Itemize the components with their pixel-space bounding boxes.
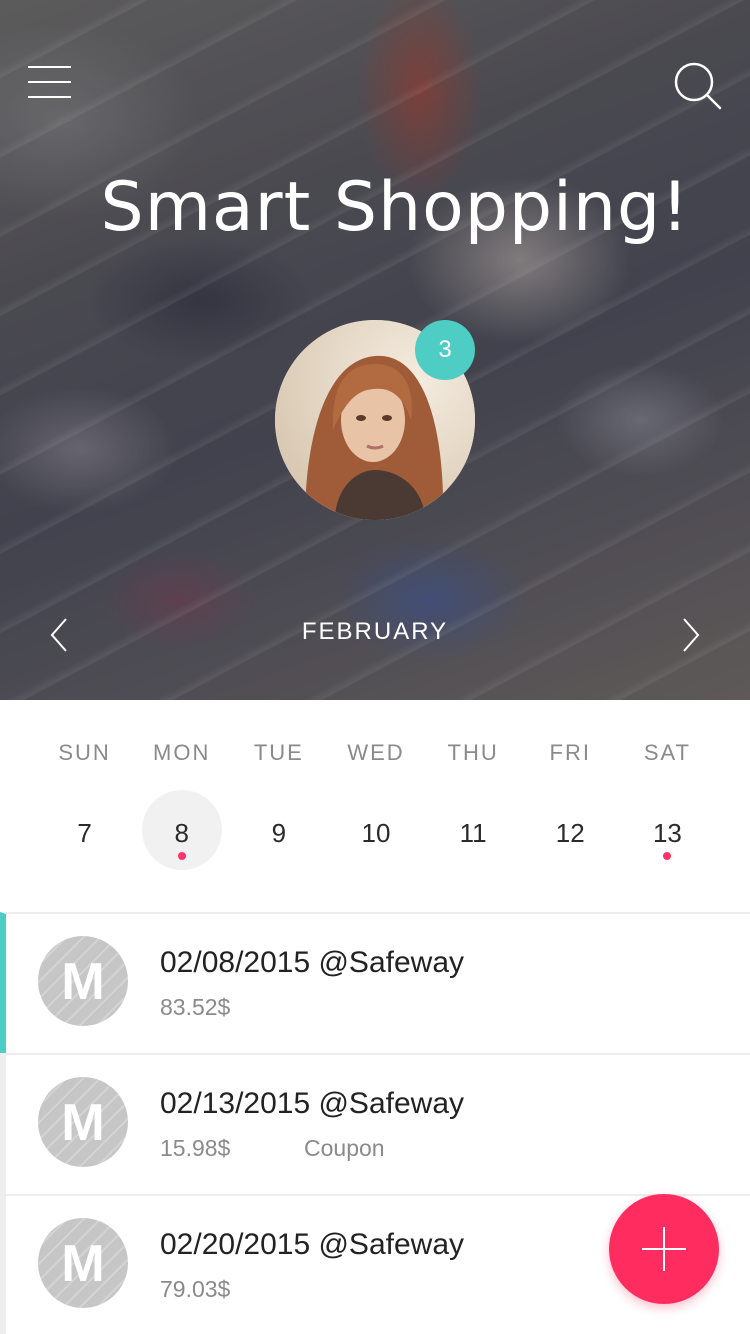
coupon-tag: Coupon [304,1135,385,1161]
calendar-day[interactable]: 13 [619,790,716,870]
day-number: 11 [459,818,487,848]
calendar-day[interactable]: 9 [230,790,327,870]
receipt-title: 02/13/2015 @Safeway [160,1087,464,1120]
hero-banner: Smart Shopping! 3 FEBRUARY [0,0,750,700]
receipt-amount: 15.98$ [160,1135,231,1161]
calendar-day[interactable]: 12 [522,790,619,870]
menu-icon[interactable] [28,62,72,102]
list-item[interactable]: M 02/13/2015 @Safeway 15.98$ Coupon [0,1053,750,1194]
calendar-day[interactable]: 11 [425,790,522,870]
weekday-header: SUN MON TUE WED THU FRI SAT [36,740,716,766]
weekday-label: THU [447,740,499,765]
weekday-label: SUN [58,740,111,765]
receipt-amount: 79.03$ [160,1276,231,1302]
list-item[interactable]: M 02/08/2015 @Safeway 83.52$ [0,912,750,1053]
chevron-right-icon[interactable] [676,615,706,655]
plus-icon-stroke [663,1227,665,1271]
chevron-left-icon[interactable] [44,615,74,655]
receipt-amount: 83.52$ [160,994,231,1020]
day-number: 10 [361,818,391,848]
receipt-title: 02/08/2015 @Safeway [160,946,464,979]
day-number: 7 [77,818,92,848]
page-title: Smart Shopping! [100,168,690,247]
merchant-avatar: M [38,936,128,1026]
dates-row: 7 8 9 10 11 12 13 [36,790,716,870]
calendar-day[interactable]: 8 [133,790,230,870]
day-number: 12 [555,818,585,848]
weekday-label: FRI [549,740,591,765]
day-number: 9 [271,818,287,848]
month-label: FEBRUARY [301,618,449,645]
calendar-day[interactable]: 10 [327,790,424,870]
merchant-avatar: M [38,1077,128,1167]
merchant-avatar: M [38,1218,128,1308]
week-calendar: SUN MON TUE WED THU FRI SAT 7 8 9 10 11 … [0,700,750,912]
calendar-day[interactable]: 7 [36,790,133,870]
add-receipt-button[interactable] [609,1194,719,1304]
weekday-label: MON [153,740,211,765]
notification-badge[interactable]: 3 [415,320,475,380]
weekday-label: SAT [643,740,691,765]
receipt-title: 02/20/2015 @Safeway [160,1228,464,1261]
weekday-label: WED [347,740,405,765]
event-dot [177,852,186,860]
weekday-label: TUE [253,740,304,765]
search-icon[interactable] [672,60,724,112]
